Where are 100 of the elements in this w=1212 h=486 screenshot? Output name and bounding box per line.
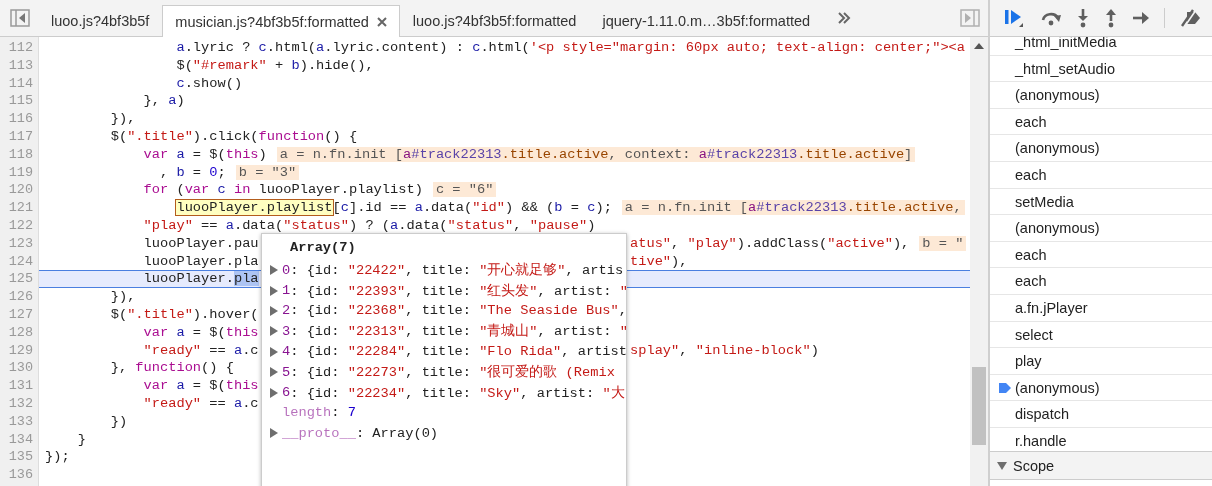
expand-triangle-icon[interactable] <box>270 326 278 337</box>
call-frame[interactable]: play <box>990 348 1212 375</box>
property-key: 4 <box>282 344 291 360</box>
code-line: }, function() { <box>109 360 234 376</box>
panel-toggle-icon[interactable] <box>960 9 980 27</box>
property-key: 6 <box>282 385 291 401</box>
step-into-icon[interactable] <box>1076 8 1090 28</box>
call-frame[interactable]: dispatch <box>990 401 1212 428</box>
line-number: 133 <box>7 412 34 431</box>
code-line: c.show() <box>175 75 243 91</box>
code-line: luooPlayer.pla <box>142 253 259 269</box>
expand-triangle-icon[interactable] <box>270 305 278 316</box>
property-value: : {id: "22273", title: "很可爱的歌 (Remix <box>290 363 615 382</box>
popup-title: Array(7) <box>289 239 357 257</box>
line-number: 136 <box>7 466 34 484</box>
inline-value: c = "6" <box>432 182 497 198</box>
call-frame[interactable]: (anonymous) <box>990 215 1212 242</box>
step-out-icon[interactable] <box>1104 8 1118 28</box>
file-tab[interactable]: luoo.js?4bf3b5f:formatted <box>399 5 590 36</box>
line-number: 124 <box>7 252 34 271</box>
call-frame[interactable]: each <box>990 108 1212 136</box>
code-line: }); <box>45 449 70 465</box>
scrollbar[interactable] <box>970 37 988 486</box>
scroll-up-icon[interactable] <box>974 43 984 49</box>
line-number: 117 <box>7 128 34 146</box>
property-value: : Array(0) <box>355 425 439 441</box>
code-line: splay", "inline-block") <box>630 342 819 358</box>
inline-value: a = n.fn.init [a#track22313.title.active, <box>621 200 965 216</box>
code-line: for (var c in luooPlayer.playlist) <box>142 182 423 198</box>
property-key: 5 <box>282 364 291 380</box>
line-number: 119 <box>7 163 34 182</box>
current-frame-arrow-icon <box>999 382 1011 393</box>
call-frame[interactable]: setMedia <box>990 188 1212 216</box>
call-frame[interactable]: _html_initMedia <box>990 37 1212 56</box>
property-key: 0 <box>282 262 291 278</box>
code-line: luooPlayer.pau <box>142 235 259 251</box>
code-line: "ready" == a.c <box>142 395 259 411</box>
line-number: 115 <box>7 92 34 111</box>
line-number: 118 <box>7 145 34 164</box>
code-line: }) <box>109 413 128 429</box>
code-line: luooPlayer.playlist[c].id == a.data("id") && (b = c); <box>175 200 612 216</box>
call-frame[interactable]: (anonymous) <box>990 374 1212 402</box>
property-key: length <box>282 405 332 421</box>
code-line: var a = $(this) <box>142 146 267 162</box>
sidebar-toggle-icon[interactable] <box>10 9 30 27</box>
code-line: a.lyric ? c.html(a.lyric.content) : c.html('<p style="margin: 60px auto; text-align: center;"><a <box>175 40 966 55</box>
property-key: 2 <box>282 303 291 319</box>
step-icon[interactable] <box>1132 11 1150 25</box>
code-line: }), <box>109 289 136 305</box>
call-frame[interactable]: select <box>990 321 1212 349</box>
property-value: : {id: "22313", title: "青城山", artist: " <box>290 322 626 341</box>
close-icon[interactable] <box>376 16 387 27</box>
expand-triangle-icon[interactable] <box>270 367 278 378</box>
inline-value: b = "3" <box>235 164 300 180</box>
line-number: 112 <box>7 39 34 57</box>
property-value: : 7 <box>331 405 356 421</box>
code-line: , b = 0; <box>159 164 226 180</box>
call-frame[interactable]: each <box>990 268 1212 295</box>
expand-triangle-icon[interactable] <box>270 285 278 296</box>
code-line: }), <box>109 111 136 127</box>
file-tab[interactable]: musician.js?4bf3b5f:formatted <box>162 5 400 37</box>
code-line: var a = $(this <box>142 324 259 340</box>
section-header[interactable]: Scope <box>990 451 1212 480</box>
code-line: $(".title").click(function() { <box>109 129 358 144</box>
line-number: 134 <box>7 430 34 449</box>
line-number: 125 <box>7 270 34 289</box>
expand-triangle-icon[interactable] <box>997 461 1007 470</box>
line-number: 114 <box>7 74 34 93</box>
line-number: 131 <box>7 377 34 395</box>
property-value: : {id: "22234", title: "Sky", artist: "大 <box>290 384 625 402</box>
property-value: : {id: "22422", title: "开心就足够", artis <box>290 261 624 280</box>
code-line: }, a) <box>142 93 185 109</box>
call-frame[interactable]: (anonymous) <box>990 82 1212 109</box>
inline-value: b = " <box>919 235 967 251</box>
code-line: $(".title").hover( <box>109 306 259 322</box>
file-tab[interactable]: jquery-1.11.0.m…3b5f:formatted <box>589 5 824 36</box>
property-value: : {id: "22284", title: "Flo Rida", artist <box>290 344 626 360</box>
line-number: 128 <box>7 323 34 342</box>
call-frame[interactable]: (anonymous) <box>990 135 1212 162</box>
expand-triangle-icon[interactable] <box>270 265 278 276</box>
resume-icon[interactable] <box>1004 8 1026 28</box>
call-frame[interactable]: each <box>990 241 1212 269</box>
file-tab[interactable]: luoo.js?4bf3b5f <box>38 5 163 36</box>
line-number: 120 <box>7 181 34 200</box>
line-number: 113 <box>7 56 34 75</box>
code-line: "play" == a.data("status") ? (a.data("status", "pause") <box>142 217 596 233</box>
call-frame[interactable]: each <box>990 161 1212 189</box>
scrollbar-thumb[interactable] <box>972 367 986 445</box>
more-tabs-icon[interactable] <box>837 12 852 24</box>
call-frame[interactable]: _html_setAudio <box>990 55 1212 83</box>
expand-triangle-icon[interactable] <box>270 428 278 439</box>
inline-value: a = n.fn.init [a#track22313.title.active, context: a#track22313.title.active] <box>276 146 916 162</box>
code-line: atus", "play").addClass("active"), <box>630 235 910 251</box>
expand-triangle-icon[interactable] <box>270 387 278 398</box>
deactivate-breakpoints-icon[interactable] <box>1179 9 1201 27</box>
code-line: tive"), <box>630 253 688 269</box>
expand-triangle-icon[interactable] <box>270 346 278 357</box>
call-frame[interactable]: a.fn.jPlayer <box>990 294 1212 322</box>
line-number: 121 <box>7 199 34 217</box>
line-number: 127 <box>7 305 34 324</box>
